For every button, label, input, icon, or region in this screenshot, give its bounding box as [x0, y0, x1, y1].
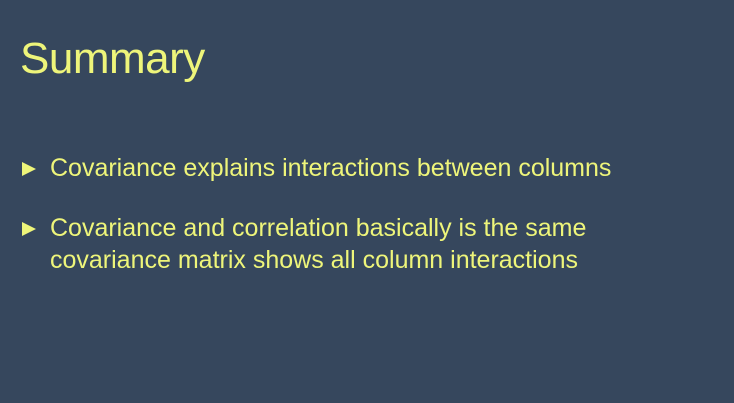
bullet-list: Covariance explains interactions between…	[22, 152, 712, 276]
slide-title: Summary	[20, 34, 205, 83]
triangle-right-icon	[22, 222, 36, 236]
bullet-text: Covariance and correlation basically is …	[50, 214, 587, 242]
triangle-right-icon	[22, 162, 36, 176]
bullet-item: Covariance and correlation basically is …	[22, 212, 712, 276]
presentation-slide: Summary Covariance explains interactions…	[0, 0, 734, 403]
bullet-text: Covariance explains interactions between…	[50, 154, 612, 182]
bullet-text-continuation: covariance matrix shows all column inter…	[50, 246, 578, 274]
bullet-item: Covariance explains interactions between…	[22, 152, 712, 184]
